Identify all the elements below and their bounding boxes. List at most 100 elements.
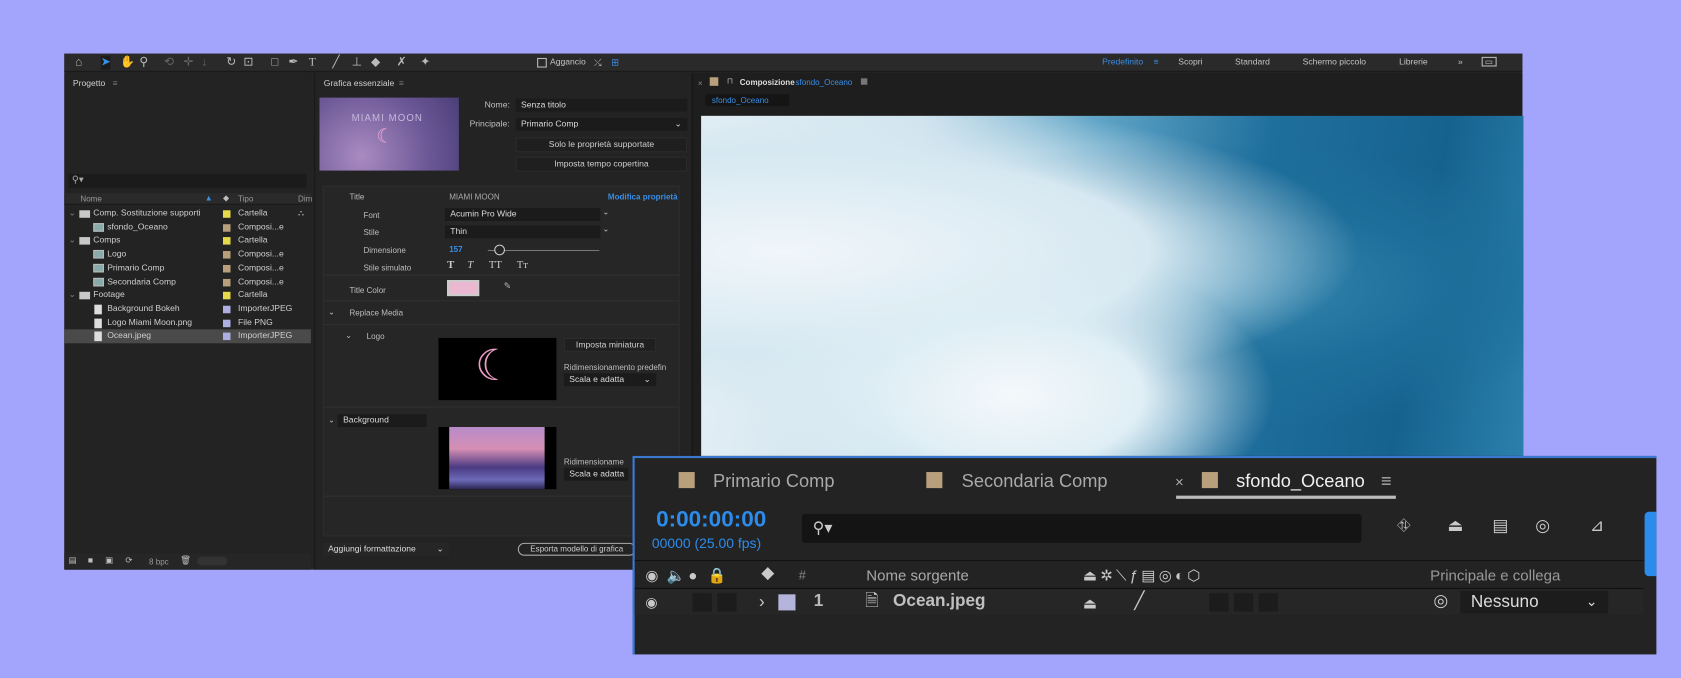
chevron-down-icon[interactable]: ⌄ [603, 207, 610, 217]
sort-icon[interactable]: ▲ [205, 193, 213, 203]
chevron-down-icon[interactable]: ⌄ [603, 224, 610, 234]
size-value[interactable]: 157 [449, 245, 462, 255]
edit-properties-link[interactable]: Modifica proprietà [608, 192, 678, 202]
label-color[interactable] [222, 292, 231, 300]
tab-primario-comp[interactable]: Primario Comp [713, 471, 835, 492]
resize-select[interactable]: Scala e adatta ⌄ [563, 373, 657, 387]
workspace-scopri[interactable]: Scopri [1178, 57, 1202, 67]
eraser-tool-icon[interactable]: ◆ [371, 56, 380, 70]
small-caps-button[interactable]: Tт [517, 260, 528, 272]
comp-subtab[interactable]: sfondo_Oceano [705, 94, 790, 107]
home-icon[interactable]: ⌂ [75, 56, 82, 70]
shy-layers-icon[interactable]: ⏏ [1447, 518, 1463, 535]
tab-sfondo-oceano[interactable]: sfondo_Oceano [1236, 471, 1365, 492]
frame-blending-icon[interactable]: ▤ [1492, 518, 1508, 535]
workspace-librerie[interactable]: Librerie [1399, 57, 1428, 67]
project-search-input[interactable]: ⚲▾ [68, 173, 307, 188]
close-tab-icon[interactable]: × [1175, 473, 1184, 490]
project-item[interactable]: ⌄ Comp. Sostituzione supporti Cartella [64, 207, 311, 221]
label-column-icon[interactable]: ◆ [223, 193, 229, 203]
workspace-menu-icon[interactable]: ≡ [1154, 57, 1159, 67]
title-color-swatch[interactable] [447, 280, 480, 297]
solo-icon[interactable]: ● [688, 566, 697, 583]
label-color[interactable] [222, 319, 231, 327]
project-item[interactable]: ⌄ Footage Cartella [64, 289, 311, 303]
thumbnail-slider[interactable] [197, 556, 228, 566]
add-formatting-select[interactable]: Aggiungi formattazione ⌄ [322, 542, 450, 556]
label-color[interactable] [222, 237, 231, 246]
column-type[interactable]: Tipo [238, 194, 253, 204]
lock-switch[interactable] [717, 593, 737, 612]
chevron-down-icon[interactable]: ⌄ [328, 307, 335, 317]
interpret-footage-icon[interactable]: ▤ [69, 556, 77, 566]
layer-switches-icons[interactable]: ⏏✲⟍ƒ▤◎◐⬡ [1083, 566, 1204, 583]
primary-comp-select[interactable]: Primario Comp ⌄ [515, 118, 688, 131]
clone-stamp-icon[interactable]: ⊥ [352, 56, 362, 70]
workspace-predefinito[interactable]: Predefinito [1102, 57, 1143, 67]
resize-select-2[interactable]: Scala e adatta [563, 467, 629, 481]
lock-icon[interactable]: ⊓ [727, 76, 733, 86]
faux-italic-button[interactable]: T [467, 260, 473, 272]
workspace-schermo-piccolo[interactable]: Schermo piccolo [1303, 57, 1366, 67]
style-select[interactable]: Thin [444, 225, 601, 239]
motion-blur-icon[interactable]: ◎ [1535, 518, 1550, 535]
pen-tool-icon[interactable]: ✒ [288, 56, 298, 70]
shy-switch-icon[interactable]: ⏏ [1083, 594, 1097, 611]
graph-editor-icon[interactable]: ⊿ [1590, 518, 1604, 535]
panel-menu-icon[interactable]: ≡ [113, 78, 118, 88]
set-poster-time-button[interactable]: Imposta tempo copertina [515, 156, 688, 172]
dolly-tool-icon[interactable]: ↓ [202, 56, 208, 70]
snap-grid-icon[interactable]: ⊞ [611, 56, 619, 70]
bit-depth[interactable]: 8 bpc [149, 557, 169, 567]
label-color[interactable] [222, 278, 231, 286]
project-item[interactable]: Logo Miami Moon.png File PNG [64, 316, 311, 330]
parent-select[interactable]: Nessuno ⌄ [1460, 591, 1609, 614]
timeline-search-input[interactable]: ⚲▾ [801, 513, 1362, 543]
workspace-standard[interactable]: Standard [1235, 57, 1270, 67]
search-help-icon[interactable]: ▭ [1481, 56, 1497, 67]
all-caps-button[interactable]: TT [489, 260, 502, 272]
panel-menu-icon[interactable]: ≡ [399, 78, 404, 88]
switch-cell[interactable] [1209, 593, 1229, 612]
rectangle-tool-icon[interactable]: □ [271, 56, 278, 70]
anchor-tool-icon[interactable]: ⊡ [243, 56, 253, 70]
supported-properties-button[interactable]: Solo le proprietà supportate [515, 137, 688, 153]
time-navigator-handle[interactable] [1644, 511, 1657, 577]
snap-checkbox[interactable] [537, 57, 547, 68]
audio-toggle-icon[interactable]: 🔈 [667, 566, 686, 583]
label-color[interactable] [222, 305, 231, 314]
column-parent-link[interactable]: Principale e collega [1430, 566, 1560, 583]
faux-bold-button[interactable]: T [447, 260, 454, 272]
label-icon[interactable]: ◆ [761, 565, 774, 582]
background-media-thumbnail[interactable] [438, 426, 557, 490]
project-item[interactable]: Logo Composi...e [64, 248, 311, 262]
puppet-tool-icon[interactable]: ✦ [420, 56, 430, 70]
brush-tool-icon[interactable]: ╱ [332, 56, 339, 70]
pick-whip-icon[interactable]: ◎ [1433, 593, 1448, 610]
label-color[interactable] [222, 223, 231, 232]
quality-switch-icon[interactable]: ╱ [1134, 593, 1144, 610]
label-color[interactable] [222, 264, 231, 273]
export-template-button[interactable]: Esporta modello di grafica [517, 542, 636, 556]
name-input[interactable]: Senza titolo [515, 98, 688, 112]
project-item[interactable]: sfondo_Oceano Composi...e [64, 221, 311, 235]
project-item[interactable]: Primario Comp Composi...e [64, 262, 311, 276]
tab-secondaria-comp[interactable]: Secondaria Comp [962, 471, 1108, 492]
chevron-down-icon[interactable]: ⌄ [328, 415, 335, 425]
new-comp-icon[interactable]: ▣ [105, 556, 113, 566]
selection-tool-icon[interactable]: ➤ [100, 55, 111, 70]
current-timecode[interactable]: 0:00:00:00 [656, 507, 766, 533]
type-tool-icon[interactable]: T [309, 56, 316, 70]
switch-cell[interactable] [1233, 593, 1254, 612]
close-tab-icon[interactable]: × [698, 78, 703, 88]
layer-label-color[interactable] [778, 594, 796, 611]
panel-menu-icon[interactable]: ≡ [1381, 471, 1392, 492]
column-source-name[interactable]: Nome sorgente [866, 566, 969, 583]
project-item[interactable]: Ocean.jpeg ImporterJPEG [64, 329, 311, 344]
label-color[interactable] [222, 251, 231, 259]
solo-switch[interactable] [692, 593, 712, 612]
eye-icon[interactable]: ◉ [645, 594, 657, 611]
lock-icon[interactable]: 🔒 [708, 566, 727, 583]
comp-flowchart-icon[interactable]: ⛗ [1397, 518, 1411, 535]
video-toggle-icon[interactable]: ◉ [645, 566, 658, 583]
